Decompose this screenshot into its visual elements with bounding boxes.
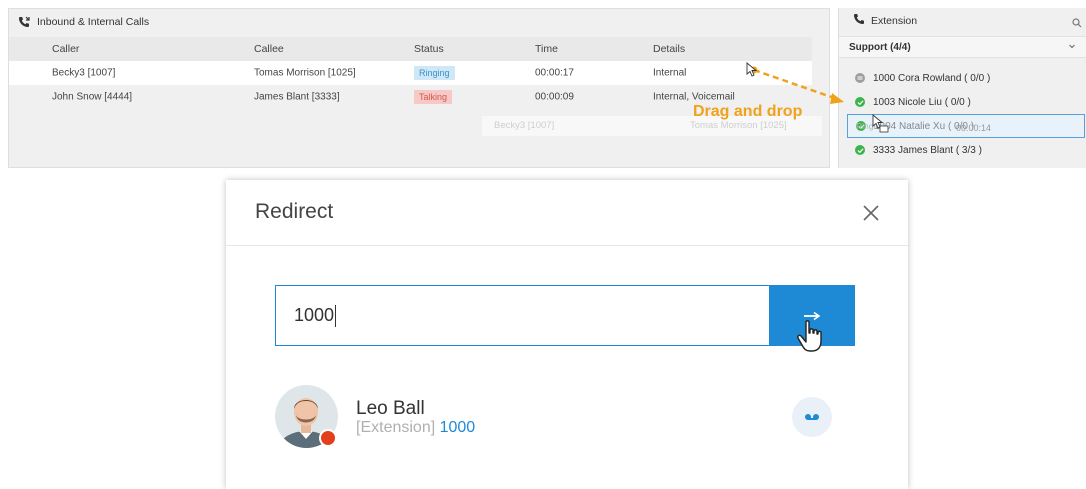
group-label: Support (4/4) xyxy=(849,41,911,53)
calls-panel-title: Inbound & Internal Calls xyxy=(37,16,150,28)
time-cell: 00:00:17 xyxy=(535,67,574,79)
status-badge: Talking xyxy=(414,90,453,104)
caller-cell: John Snow [4444] xyxy=(52,91,133,103)
column-header-caller[interactable]: Caller xyxy=(52,43,79,55)
column-header-callee[interactable]: Callee xyxy=(254,43,284,55)
search-icon[interactable] xyxy=(1072,15,1082,33)
extension-label: 3333 James Blant ( 3/3 ) xyxy=(873,144,982,156)
contact-type: [Extension] xyxy=(356,419,436,436)
table-row[interactable]: Becky3 [1007] Tomas Morrison [1025] Ring… xyxy=(9,61,812,85)
contact-subtitle: [Extension] 1000 xyxy=(356,419,475,437)
status-cell: Talking xyxy=(414,90,453,104)
extension-item[interactable]: 1003 Nicole Liu ( 0/0 ) xyxy=(839,90,1086,114)
column-header-status[interactable]: Status xyxy=(414,43,444,55)
calls-table: Caller Callee Status Time Details Becky3… xyxy=(9,37,812,109)
calls-panel-header: Inbound & Internal Calls xyxy=(9,9,829,35)
voicemail-button[interactable] xyxy=(792,397,832,437)
screen: Inbound & Internal Calls Caller Callee S… xyxy=(0,0,1086,489)
extension-item[interactable]: 1000 Cora Rowland ( 0/0 ) xyxy=(839,66,1086,90)
column-header-details[interactable]: Details xyxy=(653,43,685,55)
contact-name: Leo Ball xyxy=(356,398,425,419)
callee-cell: James Blant [3333] xyxy=(254,91,340,103)
text-caret xyxy=(335,305,337,328)
status-badge: Ringing xyxy=(414,66,455,80)
hand-pointer-icon xyxy=(797,320,822,352)
extension-panel-title: Extension xyxy=(871,15,918,27)
extension-item[interactable]: 3333 James Blant ( 3/3 ) xyxy=(839,138,1086,162)
mouse-pointer-icon xyxy=(746,62,758,77)
contact-result[interactable]: Leo Ball [Extension] 1000 xyxy=(275,385,855,449)
caller-cell: Becky3 [1007] xyxy=(52,67,116,79)
calls-panel: Inbound & Internal Calls Caller Callee S… xyxy=(8,8,830,168)
table-row[interactable]: John Snow [4444] James Blant [3333] Talk… xyxy=(9,85,812,109)
input-value: 1000 xyxy=(294,305,335,325)
drag-and-drop-label: Drag and drop xyxy=(693,103,803,120)
drag-cursor-icon xyxy=(872,114,889,133)
dialog-header: Redirect xyxy=(226,180,908,246)
redirect-number-input[interactable]: 1000 xyxy=(275,285,769,346)
redirect-dialog: Redirect 1000 Leo Ball [Extension] 1000 xyxy=(226,180,908,489)
contact-number: 1000 xyxy=(439,419,476,436)
busy-status-icon xyxy=(319,429,337,447)
details-cell: Internal xyxy=(653,67,687,79)
ghost-time: 00:00:14 xyxy=(956,123,992,133)
extension-label: 1000 Cora Rowland ( 0/0 ) xyxy=(873,72,991,84)
dialog-title: Redirect xyxy=(255,200,334,223)
callee-cell: Tomas Morrison [1025] xyxy=(254,67,356,79)
available-status-icon xyxy=(855,145,865,155)
extension-panel-header: Extension xyxy=(839,8,1086,34)
details-cell: Internal, Voicemail xyxy=(653,91,735,103)
voicemail-icon xyxy=(805,414,819,420)
close-icon[interactable] xyxy=(860,202,882,224)
ghost-callee: Tomas Morrison [1025] xyxy=(690,120,787,131)
chevron-down-icon[interactable] xyxy=(1068,42,1076,53)
phone-icon xyxy=(17,15,31,29)
table-header: Caller Callee Status Time Details xyxy=(9,37,812,61)
extension-panel: Extension Support (4/4) 1000 Cora Rowlan… xyxy=(838,8,1086,168)
column-header-time[interactable]: Time xyxy=(535,43,558,55)
ghost-caller: Becky3 [1007] xyxy=(494,120,555,131)
phone-handset-icon xyxy=(853,12,865,30)
extension-group-support[interactable]: Support (4/4) xyxy=(839,36,1086,58)
time-cell: 00:00:09 xyxy=(535,91,574,103)
offline-status-icon xyxy=(855,73,865,83)
extension-label: 1003 Nicole Liu ( 0/0 ) xyxy=(873,96,971,108)
status-cell: Ringing xyxy=(414,66,455,80)
available-status-icon xyxy=(855,97,865,107)
